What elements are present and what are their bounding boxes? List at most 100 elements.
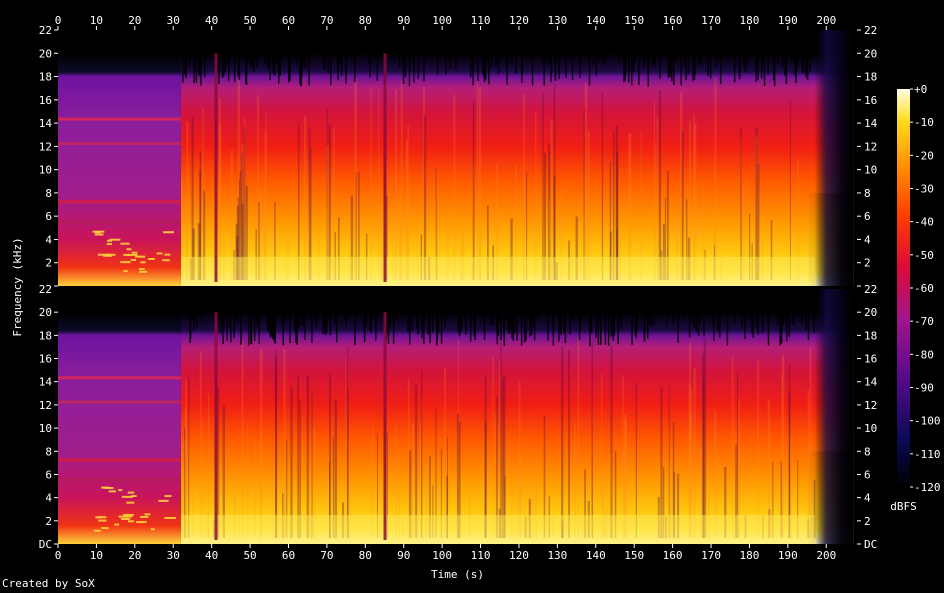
x-tick-label-bottom: 80 [359, 549, 372, 562]
ragged-cutoff [579, 53, 581, 79]
spectral-streak [186, 121, 189, 280]
ragged-cutoff [324, 53, 326, 72]
ragged-cutoff [220, 312, 222, 334]
ragged-cutoff [469, 53, 472, 78]
y-tick-label-left: 20 [39, 47, 52, 60]
ragged-cutoff [805, 312, 807, 330]
fade-out-lower [807, 192, 854, 286]
ragged-cutoff [423, 312, 425, 344]
ragged-cutoff [275, 53, 278, 65]
ragged-cutoff [305, 53, 307, 69]
dropout-line [383, 53, 387, 282]
ragged-cutoff [278, 53, 280, 84]
ragged-cutoff [547, 312, 549, 341]
ragged-cutoff [672, 312, 674, 324]
intro-note-blip [136, 521, 147, 524]
ragged-cutoff [245, 53, 248, 86]
ragged-cutoff [398, 53, 401, 68]
spectral-streak [421, 370, 423, 538]
y-tick-label-left: 2 [45, 257, 52, 270]
y-tick-label-right: 20 [864, 306, 877, 319]
ragged-cutoff [529, 312, 531, 337]
x-tick-label-bottom: 130 [547, 549, 567, 562]
ragged-cutoff [354, 312, 356, 345]
ragged-cutoff [637, 312, 639, 320]
spectral-streak [731, 356, 734, 538]
ragged-cutoff [429, 312, 431, 344]
intro-note-blip [138, 268, 145, 271]
intro-note-blip [123, 253, 130, 256]
spectral-streak [199, 351, 202, 538]
ragged-cutoff [228, 312, 230, 328]
ragged-cutoff [511, 312, 513, 339]
intro-note-blip [163, 231, 175, 234]
ragged-cutoff [532, 312, 535, 321]
ragged-cutoff [334, 312, 336, 325]
ragged-cutoff [408, 312, 411, 345]
spectral-streak [218, 98, 221, 280]
dropout-line [214, 312, 218, 540]
x-tick-label-top: 90 [397, 14, 410, 27]
ragged-cutoff [387, 312, 390, 344]
ragged-cutoff [700, 53, 703, 67]
colorbar-tick-label: -30 [914, 183, 934, 196]
intro-note-blip [124, 515, 133, 518]
ragged-cutoff [311, 312, 313, 344]
spectral-streak [500, 343, 502, 538]
x-tick-label-top: 70 [320, 14, 333, 27]
harmonic-band [58, 478, 181, 482]
x-tick-label-top: 0 [55, 14, 62, 27]
colorbar-tick-label: +0 [914, 83, 927, 96]
spectrum-intro [58, 312, 181, 544]
ragged-cutoff [512, 312, 515, 341]
ragged-cutoff [756, 53, 758, 65]
spectral-streak [693, 367, 696, 538]
intro-note-blip [144, 513, 151, 516]
ragged-cutoff [421, 312, 423, 339]
ragged-cutoff [516, 312, 518, 341]
dropout-line [383, 312, 387, 540]
x-tick-label-bottom: 150 [624, 549, 644, 562]
ragged-cutoff [196, 312, 198, 329]
ragged-cutoff [444, 312, 446, 327]
spectral-streak [283, 349, 286, 538]
ragged-cutoff [240, 312, 242, 345]
y-tick-label-left: 22 [39, 283, 52, 296]
ragged-cutoff [503, 312, 505, 331]
intro-note-blip [120, 261, 131, 264]
spectral-streak [788, 363, 791, 538]
ragged-cutoff [695, 312, 698, 332]
ragged-cutoff [515, 53, 517, 74]
ragged-cutoff [285, 312, 288, 320]
ragged-cutoff [298, 312, 301, 327]
intro-note-blip [139, 270, 148, 273]
ragged-cutoff [250, 312, 252, 344]
ragged-cutoff [365, 312, 367, 327]
ragged-cutoff [617, 312, 620, 345]
ragged-cutoff [785, 312, 788, 342]
ragged-cutoff [472, 312, 475, 321]
ragged-cutoff [223, 312, 225, 327]
intro-note-blip [98, 519, 107, 522]
ragged-cutoff [415, 312, 418, 329]
ragged-cutoff [623, 53, 625, 83]
ragged-cutoff [757, 312, 759, 335]
colorbar-scale [897, 89, 910, 487]
ragged-cutoff [453, 53, 455, 62]
y-tick-label-left: 4 [45, 233, 52, 246]
spectral-streak [492, 356, 494, 538]
colorbar-tick-label: -90 [914, 382, 934, 395]
x-tick-label-bottom: 50 [243, 549, 256, 562]
ragged-cutoff [189, 312, 191, 343]
ragged-cutoff [266, 312, 269, 331]
y-tick-label-left: 6 [45, 210, 52, 223]
y-tick-label-right: 8 [864, 445, 871, 458]
ragged-cutoff [807, 312, 810, 341]
ragged-cutoff [272, 53, 275, 74]
intro-note-blip [106, 243, 113, 246]
intro-note-blip [150, 528, 155, 531]
intro-note-blip [164, 516, 176, 519]
spectral-streak [457, 339, 459, 538]
ragged-cutoff [546, 53, 549, 65]
y-tick-label-left: 18 [39, 329, 52, 342]
